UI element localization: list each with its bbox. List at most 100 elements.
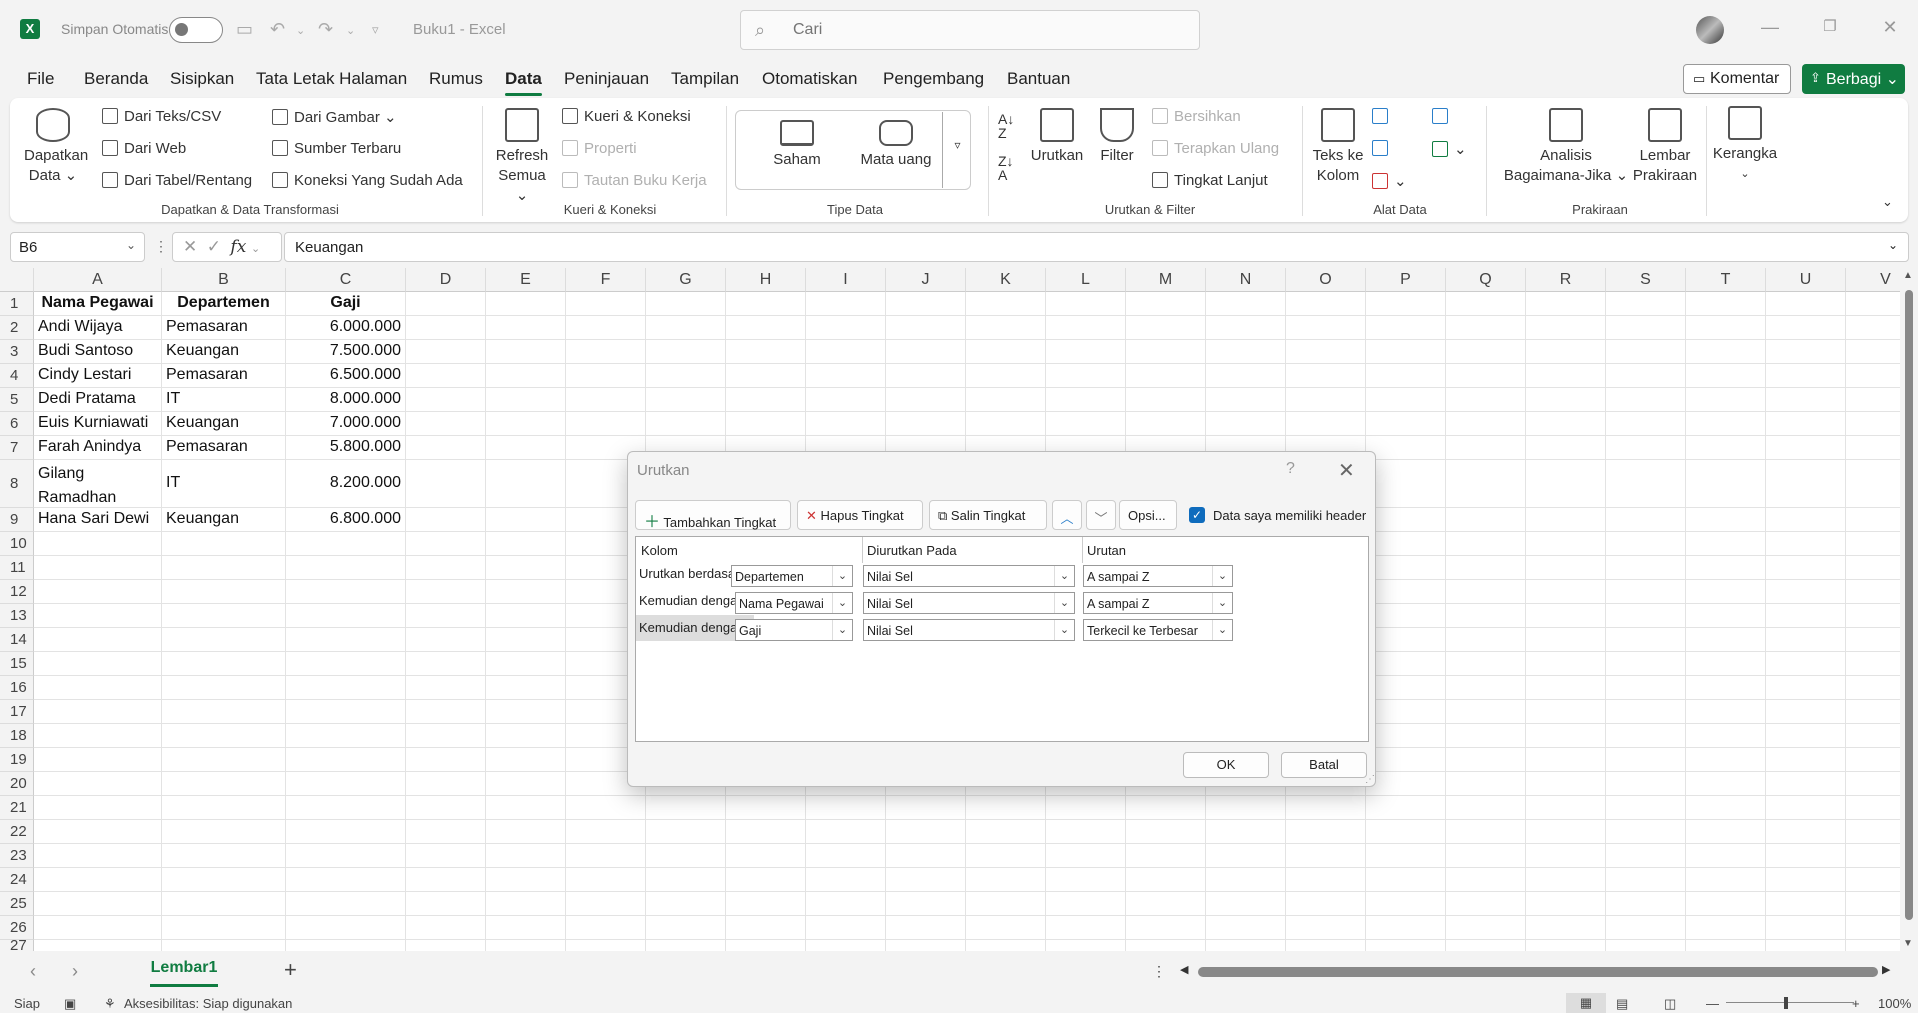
cell[interactable] [1766,748,1846,772]
cell[interactable] [1846,676,1900,700]
cell[interactable] [486,436,566,460]
name-box[interactable]: B6 ⌄ [10,232,145,262]
cell[interactable] [1606,508,1686,532]
cell[interactable] [1766,868,1846,892]
cell[interactable] [162,772,286,796]
cell[interactable] [1366,652,1446,676]
cell[interactable] [1446,556,1526,580]
cell[interactable] [486,676,566,700]
row-header-8[interactable]: 8 [0,460,34,508]
cell[interactable] [406,532,486,556]
tab-data[interactable]: Data [505,69,542,96]
cell[interactable] [1846,628,1900,652]
row-header-24[interactable]: 24 [0,868,34,892]
cell[interactable] [486,508,566,532]
cell[interactable] [406,916,486,940]
cell[interactable] [1606,460,1686,508]
cell[interactable] [1446,628,1526,652]
cell[interactable] [34,676,162,700]
cell[interactable] [1846,388,1900,412]
cell[interactable] [1686,388,1766,412]
table-cell[interactable]: Keuangan [162,508,286,532]
cell[interactable] [966,940,1046,951]
cell[interactable] [1606,916,1686,940]
zoom-level[interactable]: 100% [1878,996,1911,1011]
cell[interactable] [286,892,406,916]
cell[interactable] [1686,532,1766,556]
cell[interactable] [1286,316,1366,340]
cell[interactable] [486,532,566,556]
cell[interactable] [1046,844,1126,868]
cell[interactable] [486,388,566,412]
cell[interactable] [1126,412,1206,436]
cell[interactable] [806,820,886,844]
cell[interactable] [1686,436,1766,460]
cell[interactable] [286,868,406,892]
cell[interactable] [1846,940,1900,951]
cell[interactable] [1686,796,1766,820]
zoom-out-icon[interactable]: — [1706,996,1719,1011]
cell[interactable] [1766,676,1846,700]
header-cell[interactable]: Gaji [286,292,406,316]
cell[interactable] [1846,700,1900,724]
move-down-button[interactable]: ﹀ [1086,500,1116,530]
cell[interactable] [646,868,726,892]
cell[interactable] [1206,412,1286,436]
from-table-button[interactable]: Dari Tabel/Rentang [102,172,252,189]
cell[interactable] [406,676,486,700]
cell[interactable] [1686,868,1766,892]
cell[interactable] [1606,772,1686,796]
cell[interactable] [1366,796,1446,820]
cell[interactable] [286,772,406,796]
cell[interactable] [646,820,726,844]
row-header-7[interactable]: 7 [0,436,34,460]
cell[interactable] [1686,508,1766,532]
cell[interactable] [1046,364,1126,388]
column-header-H[interactable]: H [726,268,806,292]
cell[interactable] [1446,700,1526,724]
undo-dropdown-icon[interactable]: ⌄ [296,24,305,37]
cell[interactable] [806,916,886,940]
cell[interactable] [1686,364,1766,388]
cell[interactable] [806,868,886,892]
table-cell[interactable]: Keuangan [162,340,286,364]
cell[interactable] [162,580,286,604]
cell[interactable] [726,412,806,436]
cell[interactable] [1766,364,1846,388]
cell[interactable] [1046,868,1126,892]
cell[interactable] [34,796,162,820]
reapply-button[interactable]: Terapkan Ulang [1152,140,1279,157]
row-header-6[interactable]: 6 [0,412,34,436]
cell[interactable] [286,844,406,868]
cell[interactable] [162,868,286,892]
cell[interactable] [1606,820,1686,844]
macro-recording-icon[interactable]: ▣ [64,996,76,1012]
cell[interactable] [1846,508,1900,532]
cell[interactable] [1846,772,1900,796]
level-1-sort-on-select[interactable]: Nilai Sel ⌄ [863,565,1075,587]
cell[interactable] [1606,316,1686,340]
cell[interactable] [1446,508,1526,532]
column-header-A[interactable]: A [34,268,162,292]
cell[interactable] [1766,892,1846,916]
column-header-L[interactable]: L [1046,268,1126,292]
cell[interactable] [1846,916,1900,940]
cell[interactable] [806,292,886,316]
cell[interactable] [1126,844,1206,868]
cell[interactable] [1366,292,1446,316]
cell[interactable] [486,940,566,951]
cell[interactable] [34,652,162,676]
close-window-icon[interactable]: ✕ [1880,17,1900,38]
tab-tampilan[interactable]: Tampilan [671,69,739,89]
filter-button[interactable]: Filter [1092,108,1142,166]
cell[interactable] [1526,652,1606,676]
cell[interactable] [1446,820,1526,844]
cell[interactable] [966,868,1046,892]
cell[interactable] [286,916,406,940]
cell[interactable] [646,292,726,316]
cell[interactable] [486,364,566,388]
help-icon[interactable]: ? [1286,460,1295,478]
cell[interactable] [1606,940,1686,951]
row-header-14[interactable]: 14 [0,628,34,652]
cell[interactable] [1606,412,1686,436]
